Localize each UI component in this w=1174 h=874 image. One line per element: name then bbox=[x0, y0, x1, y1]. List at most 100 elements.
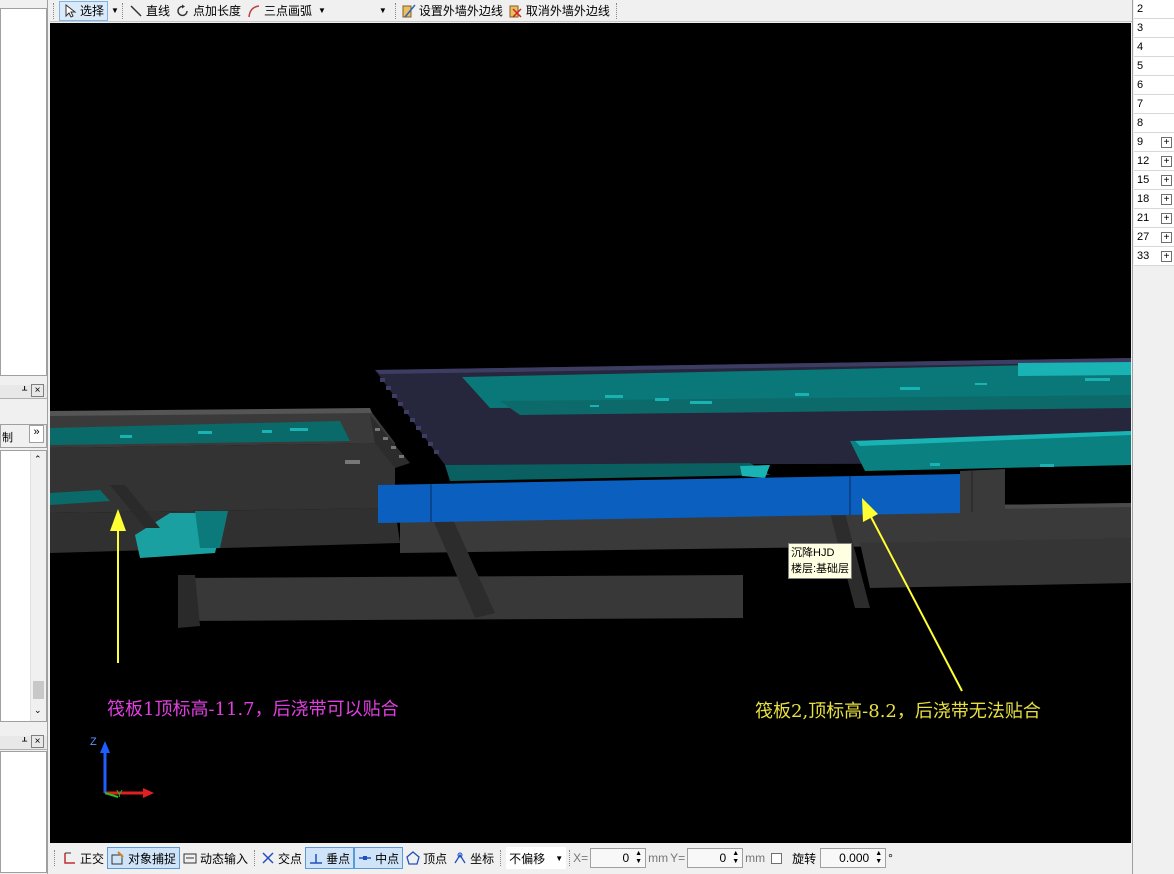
floor-row[interactable]: 2 bbox=[1134, 0, 1174, 19]
floor-row[interactable]: 12 + bbox=[1134, 152, 1174, 171]
ortho-label: 正交 bbox=[80, 851, 105, 866]
rotate-input[interactable]: 0.000 ▲ ▼ bbox=[820, 848, 887, 868]
select-label: 选择 bbox=[80, 4, 105, 18]
midpoint-icon bbox=[358, 851, 372, 865]
midpoint-button[interactable]: 中点 bbox=[354, 847, 404, 869]
floor-row[interactable]: 9 + bbox=[1134, 133, 1174, 152]
left-panel: ᚆ × 制 » ⌃ ⌄ ᚆ × bbox=[0, 0, 48, 874]
cancel-outer-wall-button[interactable]: 取消外墙外边线 bbox=[506, 1, 613, 21]
left-panel-tab[interactable]: 制 bbox=[2, 429, 13, 445]
floor-row[interactable]: 6 bbox=[1134, 76, 1174, 95]
floor-row[interactable]: 33 + bbox=[1134, 247, 1174, 266]
left-panel-top-box bbox=[0, 8, 47, 376]
floor-row[interactable]: 8 bbox=[1134, 114, 1174, 133]
coordinate-button[interactable]: 坐标 bbox=[450, 847, 497, 869]
midpoint-label: 中点 bbox=[375, 851, 400, 866]
left-panel-tab-strip: 制 » bbox=[0, 424, 47, 448]
wall-cancel-icon bbox=[509, 4, 523, 18]
vertex-label: 顶点 bbox=[423, 851, 448, 866]
vertex-button[interactable]: 顶点 bbox=[403, 847, 450, 869]
expand-icon[interactable]: + bbox=[1161, 213, 1172, 224]
y-spinner-icon[interactable]: ▲ ▼ bbox=[730, 850, 741, 866]
perpendicular-icon bbox=[309, 851, 323, 865]
y-input[interactable]: 0 ▲ ▼ bbox=[687, 848, 744, 868]
annotation-raft-2: 筏板2,顶标高-8.2，后浇带无法贴合 bbox=[755, 701, 1041, 722]
left-scrollbar[interactable]: ⌃ ⌄ bbox=[30, 451, 46, 721]
statusbar-grip bbox=[54, 850, 58, 866]
intersection-button[interactable]: 交点 bbox=[258, 847, 305, 869]
3d-viewport[interactable]: Z Y 沉降HJD 楼层:基础层 筏板1顶标高-11.7，后浇带可以贴合 筏板2… bbox=[50, 23, 1131, 843]
draw-toolbar: 选择 ▼ 直线 点加长度 三点画弧 ▼ ▼ 设置外墙外边线 取消外墙外边线 bbox=[50, 0, 1132, 22]
expand-icon[interactable]: + bbox=[1161, 251, 1172, 262]
dynamic-input-button[interactable]: 动态输入 bbox=[180, 847, 251, 869]
arc-dropdown-icon[interactable]: ▼ bbox=[318, 6, 326, 15]
left-panel-header-1: ᚆ × bbox=[0, 384, 47, 399]
floor-row[interactable]: 21 + bbox=[1134, 209, 1174, 228]
x-input[interactable]: 0 ▲ ▼ bbox=[590, 848, 647, 868]
x-value: 0 bbox=[622, 851, 630, 865]
three-point-arc-button[interactable]: 三点画弧 ▼ bbox=[244, 1, 329, 21]
ortho-button[interactable]: 正交 bbox=[60, 847, 107, 869]
scroll-up-icon[interactable]: ⌃ bbox=[34, 454, 42, 465]
arc-icon bbox=[247, 4, 261, 18]
offset-dropdown-icon[interactable]: ▼ bbox=[555, 854, 563, 863]
floor-row[interactable]: 18 + bbox=[1134, 190, 1174, 209]
close-icon[interactable]: × bbox=[31, 384, 44, 397]
expand-icon[interactable]: + bbox=[1161, 194, 1172, 205]
scroll-down-icon[interactable]: ⌄ bbox=[34, 705, 42, 716]
expand-icon[interactable]: + bbox=[1161, 137, 1172, 148]
rotate-spinner-icon[interactable]: ▲ ▼ bbox=[873, 850, 884, 866]
floor-number: 4 bbox=[1137, 41, 1144, 53]
scroll-thumb[interactable] bbox=[33, 681, 44, 699]
pin-icon[interactable]: ᚆ bbox=[22, 385, 27, 396]
x-spinner-icon[interactable]: ▲ ▼ bbox=[633, 850, 644, 866]
set-outer-wall-label: 设置外墙外边线 bbox=[418, 4, 503, 18]
axis-y-label: Y bbox=[116, 789, 123, 800]
dynamic-input-label: 动态输入 bbox=[200, 851, 249, 866]
more-icon[interactable]: » bbox=[29, 425, 44, 443]
floor-number: 18 bbox=[1137, 193, 1150, 205]
coordinate-icon bbox=[453, 851, 467, 865]
select-button[interactable]: 选择 bbox=[59, 0, 109, 21]
rotate-value: 0.000 bbox=[839, 851, 870, 865]
expand-icon[interactable]: + bbox=[1161, 156, 1172, 167]
y-value: 0 bbox=[719, 851, 727, 865]
vertex-icon bbox=[406, 851, 420, 865]
floor-row[interactable]: 27 + bbox=[1134, 228, 1174, 247]
floor-number: 33 bbox=[1137, 250, 1150, 262]
coordinate-label: 坐标 bbox=[470, 851, 495, 866]
rotate-checkbox[interactable] bbox=[771, 852, 783, 864]
expand-icon[interactable]: + bbox=[1161, 175, 1172, 186]
floor-panel: 2 3 4 5 6 7 8 9 +12 + 15 +18 +21 +27 + 33 + bbox=[1132, 0, 1174, 874]
floor-row[interactable]: 4 bbox=[1134, 38, 1174, 57]
floor-number: 3 bbox=[1137, 22, 1144, 34]
wall-set-icon bbox=[402, 4, 416, 18]
annotation-raft-1: 筏板1顶标高-11.7，后浇带可以贴合 bbox=[107, 699, 399, 720]
x-label: X= bbox=[573, 851, 589, 865]
perpendicular-button[interactable]: 垂点 bbox=[305, 847, 355, 869]
axis-z-label: Z bbox=[90, 736, 97, 748]
line-icon bbox=[129, 4, 143, 18]
blank-dropdown-icon[interactable]: ▼ bbox=[379, 6, 387, 15]
pin-icon[interactable]: ᚆ bbox=[22, 736, 27, 747]
point-length-label: 点加长度 bbox=[192, 4, 241, 18]
offset-select[interactable]: 不偏移 ▼ bbox=[506, 847, 567, 869]
floor-number: 5 bbox=[1137, 60, 1144, 72]
floor-row[interactable]: 15 + bbox=[1134, 171, 1174, 190]
point-length-button[interactable]: 点加长度 bbox=[173, 1, 244, 21]
floor-row[interactable]: 7 bbox=[1134, 95, 1174, 114]
cancel-outer-wall-label: 取消外墙外边线 bbox=[525, 4, 610, 18]
expand-icon[interactable]: + bbox=[1161, 232, 1172, 243]
degree-symbol: ° bbox=[888, 851, 893, 865]
toolbar-grip bbox=[53, 2, 57, 19]
floor-row[interactable]: 3 bbox=[1134, 19, 1174, 38]
line-button[interactable]: 直线 bbox=[126, 1, 173, 21]
perpendicular-label: 垂点 bbox=[326, 851, 351, 866]
select-dropdown-icon[interactable]: ▼ bbox=[111, 6, 119, 15]
set-outer-wall-button[interactable]: 设置外墙外边线 bbox=[399, 1, 506, 21]
close-icon[interactable]: × bbox=[31, 735, 44, 748]
three-point-arc-label: 三点画弧 bbox=[263, 4, 312, 18]
object-snap-button[interactable]: 对象捕捉 bbox=[107, 847, 181, 869]
floor-number: 15 bbox=[1137, 174, 1150, 186]
floor-row[interactable]: 5 bbox=[1134, 57, 1174, 76]
